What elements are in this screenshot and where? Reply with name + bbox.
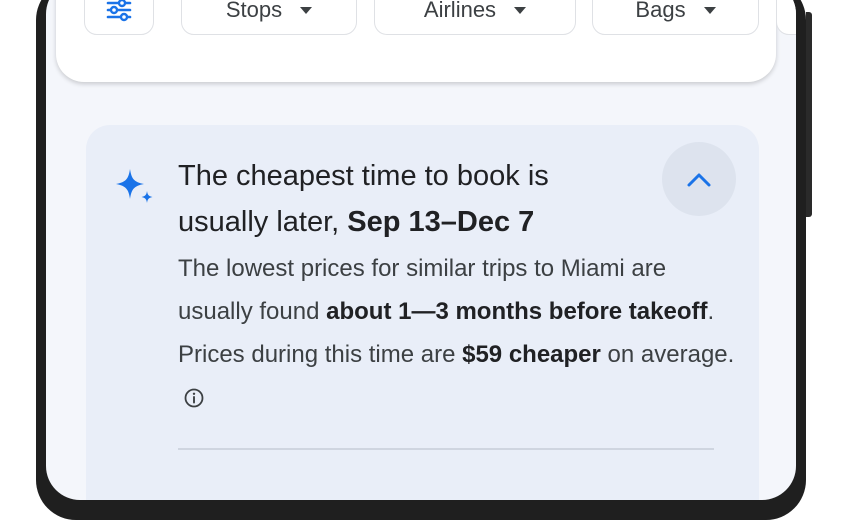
airlines-filter-label: Airlines: [423, 0, 497, 22]
stops-filter-label: Stops: [225, 0, 283, 22]
tune-icon: [106, 0, 132, 22]
stops-filter-chip[interactable]: Stops: [181, 0, 357, 35]
airlines-filter-chip[interactable]: Airlines: [374, 0, 576, 35]
phone-side-button: [806, 12, 812, 217]
card-divider: [178, 448, 714, 450]
caret-down-icon: [703, 6, 716, 14]
savings-highlight: $59 cheaper: [462, 341, 601, 368]
caret-down-icon: [514, 6, 527, 14]
sparkle-icon: [116, 169, 153, 203]
filter-bar: Stops Airlines Bags: [56, 0, 796, 82]
all-filters-button[interactable]: [84, 0, 154, 35]
headline-date-range: Sep 13–Dec 7: [347, 206, 535, 238]
bags-filter-chip[interactable]: Bags: [592, 0, 759, 35]
chevron-up-icon: [687, 173, 711, 187]
insight-body: The lowest prices for similar trips to M…: [178, 247, 738, 419]
collapse-insight-button[interactable]: [662, 142, 736, 216]
flights-screen: Stops Airlines Bags The cheapest time to…: [46, 0, 796, 500]
bags-filter-label: Bags: [635, 0, 686, 22]
info-icon[interactable]: [184, 388, 204, 408]
caret-down-icon: [300, 6, 313, 14]
more-filters-chip[interactable]: [776, 0, 796, 35]
booking-window-highlight: about 1—3 months before takeoff: [326, 298, 708, 325]
price-insight-card: The cheapest time to book is usually lat…: [86, 125, 759, 500]
insight-headline: The cheapest time to book is usually lat…: [178, 153, 638, 245]
body-text-3: on average.: [600, 341, 735, 368]
